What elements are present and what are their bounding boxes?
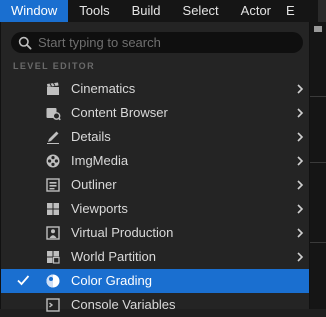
virtual-production-icon <box>46 226 60 240</box>
chevron-right-icon <box>297 252 304 262</box>
outliner-icon <box>46 178 60 192</box>
chevron-right-icon <box>297 84 304 94</box>
menu-item-outliner[interactable]: Outliner <box>1 173 309 197</box>
background-marker <box>314 26 322 32</box>
checkmark-icon <box>17 275 30 286</box>
clapperboard-icon <box>47 82 59 95</box>
pencil-icon <box>47 131 59 144</box>
menubar-edge <box>318 0 326 22</box>
menu-item-label: Color Grading <box>71 273 152 288</box>
menu-item-color-grading[interactable]: Color Grading <box>1 269 309 293</box>
chevron-right-icon <box>297 108 304 118</box>
menu-bar: Window Tools Build Select Actor E <box>0 0 326 22</box>
menu-item-label: Outliner <box>71 177 117 192</box>
menu-item-imgmedia[interactable]: ImgMedia <box>1 149 309 173</box>
content-browser-icon <box>46 108 61 121</box>
menu-item-label: World Partition <box>71 249 157 264</box>
menu-item-console-variables[interactable]: Console Variables <box>1 293 309 317</box>
menu-tools[interactable]: Tools <box>68 0 120 22</box>
menu-item-label: Cinematics <box>71 81 136 96</box>
background-divider <box>310 162 326 163</box>
menu-item-cinematics[interactable]: Cinematics <box>1 77 309 101</box>
search-input[interactable] <box>38 35 278 50</box>
chevron-right-icon <box>297 228 304 238</box>
menu-window[interactable]: Window <box>0 0 69 22</box>
chevron-right-icon <box>297 132 304 142</box>
menu-item-label: Viewports <box>71 201 128 216</box>
search-icon <box>18 36 32 50</box>
menu-item-viewports[interactable]: Viewports <box>1 197 309 221</box>
viewports-grid-icon <box>47 203 59 215</box>
menu-item-label: Content Browser <box>71 105 168 120</box>
menu-item-virtual-production[interactable]: Virtual Production <box>1 221 309 245</box>
menu-actor[interactable]: Actor <box>230 0 282 22</box>
background-divider <box>310 242 326 243</box>
menu-item-content-browser[interactable]: Content Browser <box>1 101 309 125</box>
search-box[interactable] <box>11 32 303 53</box>
console-variables-icon <box>46 298 60 312</box>
background-panel <box>310 22 326 309</box>
chevron-right-icon <box>297 180 304 190</box>
menu-item-world-partition[interactable]: World Partition <box>1 245 309 269</box>
menu-select[interactable]: Select <box>172 0 230 22</box>
menu-item-label: ImgMedia <box>71 153 129 168</box>
film-reel-icon <box>46 154 60 168</box>
menu-build[interactable]: Build <box>121 0 172 22</box>
window-dropdown-menu: LEVEL EDITOR Cinematics Content Browser … <box>0 22 310 312</box>
world-partition-icon <box>47 251 60 264</box>
menu-item-label: Console Variables <box>71 297 176 312</box>
background-divider <box>310 96 326 97</box>
chevron-right-icon <box>297 204 304 214</box>
menu-item-details[interactable]: Details <box>1 125 309 149</box>
menu-item-label: Virtual Production <box>71 225 174 240</box>
menu-item-label: Details <box>71 129 111 144</box>
menu-edit-partial[interactable]: E <box>282 0 299 22</box>
section-header-level-editor: LEVEL EDITOR <box>13 61 95 71</box>
chevron-right-icon <box>297 156 304 166</box>
color-grading-icon <box>46 274 60 288</box>
